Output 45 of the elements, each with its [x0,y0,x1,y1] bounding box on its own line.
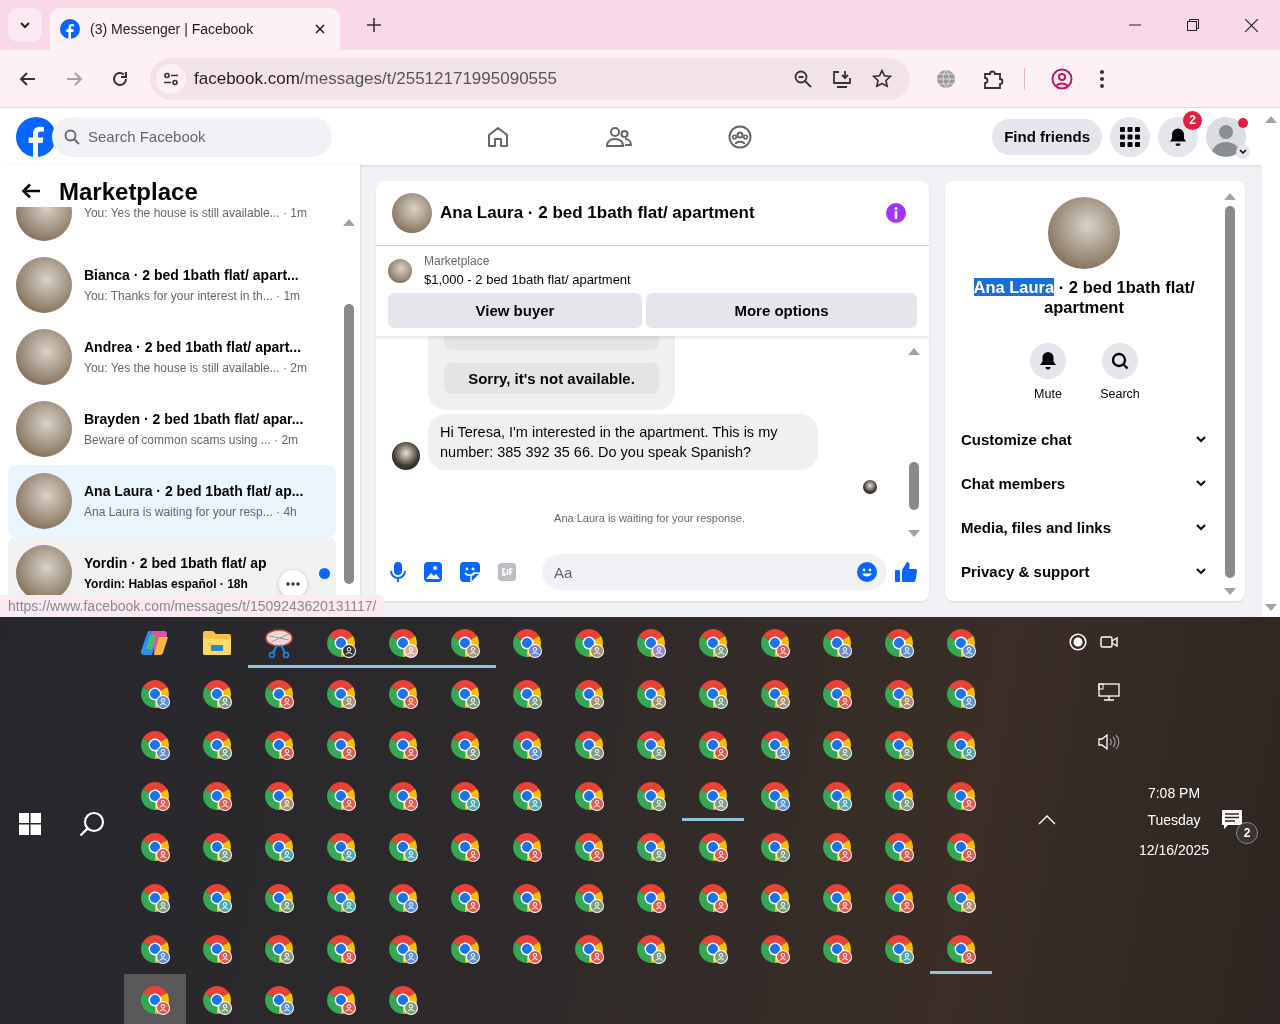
panel-title: Marketplace [59,178,198,206]
chat-title: Ana Laura · 2 bed 1bath flat/ ap... [84,481,305,500]
section-header[interactable]: Customize chat [961,430,1072,448]
listing-source: Marketplace [424,254,491,268]
chat-title: Ana Laura · 2 bed 1bath flat/ apartment [972,277,1196,317]
reply-option[interactable]: Sorry, it's not available. [444,363,659,394]
find-friends-button[interactable]: Find friends [992,118,1102,155]
chat-item[interactable]: You: Yes the house is still available... · 1m [8,207,336,249]
message-field[interactable]: Aa [542,554,887,590]
chat-title: Yordin · 2 bed 1bath flat/ ap [84,553,268,572]
chat-preview: Ana Laura is waiting for your resp... · 4h [84,503,297,520]
notification-count: 2 [1183,110,1202,130]
chat-preview: Yordin: Hablas español · 18h [84,575,248,592]
clock-day[interactable]: Tuesday [1147,812,1201,828]
chat-item[interactable]: Yordin · 2 bed 1bath flat/ ap Yordin: Hablas español · 18h [8,537,336,595]
notification-count: 2 [1236,822,1258,844]
chat-item[interactable]: Ana Laura · 2 bed 1bath flat/ ap... Ana Laura is waiting for your resp... · 4h [8,465,336,537]
address-bar[interactable]: facebook.com/messages/t/25512171995090555 [150,57,910,100]
chat-preview: You: Yes the house is still available... · 1m [84,207,308,221]
url-text: facebook.com/messages/t/25512171995090555 [194,68,557,89]
status-text: Ana Laura is waiting for your response. [554,512,745,524]
listing-button[interactable]: View buyer [388,293,642,328]
chat-title: Bianca · 2 bed 1bath flat/ apart... [84,265,300,284]
section-header[interactable]: Privacy & support [961,562,1090,580]
chat-title: Andrea · 2 bed 1bath flat/ apart... [84,337,303,356]
chat-preview: Beware of common scams using ... · 2m [84,431,299,448]
listing-button[interactable]: More options [646,293,917,328]
clock-time[interactable]: 7:08 PM [1147,785,1201,801]
section-header[interactable]: Media, files and links [961,518,1112,536]
listing-title: $1,000 - 2 bed 1bath flat/ apartment [424,272,631,287]
browser-tab[interactable]: (3) Messenger | Facebook [50,8,340,50]
action-label: Mute [1034,387,1062,401]
chat-preview: You: Thanks for your interest in th... · 1m [84,287,301,304]
chat-item[interactable]: Andrea · 2 bed 1bath flat/ apart... You: Yes the house is still available... · 2m [8,321,336,393]
section-header[interactable]: Chat members [961,474,1066,492]
conversation-title: Ana Laura · 2 bed 1bath flat/ apartment [440,203,755,223]
chat-item[interactable]: Bianca · 2 bed 1bath flat/ apart... You: Thanks for your interest in th... · 1m [8,249,336,321]
search-field[interactable]: Search Facebook [52,116,332,157]
chat-item[interactable]: Brayden · 2 bed 1bath flat/ apar... Beware of common scams using ... · 2m [8,393,336,465]
message-bubble: Hi Teresa, I'm interested in the apartment. This is my number: 385 392 35 66. Do you speak Spanish? [428,414,818,470]
clock-date[interactable]: 12/16/2025 [1138,842,1210,858]
chat-title: Brayden · 2 bed 1bath flat/ apar... [84,409,305,428]
link-preview: https://www.facebook.com/messages/t/1509243620131117/ [0,595,385,617]
chat-preview: You: Yes the house is still available... · 2m [84,359,308,376]
action-label: Search [1100,387,1140,401]
